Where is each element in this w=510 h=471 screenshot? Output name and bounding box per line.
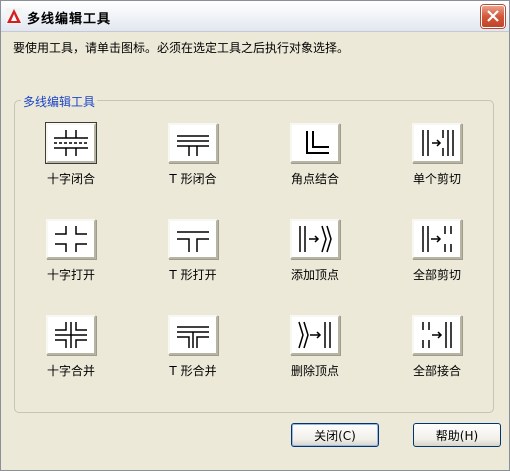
cross-closed-icon <box>54 130 88 156</box>
tool-button[interactable] <box>412 315 462 355</box>
title-bar[interactable]: 多线编辑工具 <box>1 1 509 32</box>
tool-button[interactable] <box>290 219 340 259</box>
close-button[interactable]: 关闭(C) <box>291 423 379 447</box>
app-icon <box>6 8 22 24</box>
window-close-button[interactable] <box>481 5 505 28</box>
tool-cut-single[interactable]: 单个剪切 <box>397 123 477 193</box>
tool-button[interactable] <box>168 315 218 355</box>
tool-cut-all[interactable]: 全部剪切 <box>397 219 477 289</box>
tool-button[interactable] <box>290 123 340 163</box>
tool-tee-closed[interactable]: T 形闭合 <box>153 123 233 193</box>
weld-all-icon <box>422 322 452 348</box>
tool-button[interactable] <box>46 315 96 355</box>
tool-cross-merged[interactable]: 十字合并 <box>31 315 111 385</box>
tool-cross-open[interactable]: 十字打开 <box>31 219 111 289</box>
tee-closed-icon <box>177 135 209 156</box>
window-title: 多线编辑工具 <box>27 12 112 27</box>
cut-single-icon <box>422 130 454 156</box>
tool-button[interactable] <box>412 219 462 259</box>
tools-group: 多线编辑工具 十字闭合 T 形闭合 角点结合 单个剪切 十字打开 T 形打开 添… <box>14 93 494 413</box>
tool-tee-merged[interactable]: T 形合并 <box>153 315 233 385</box>
tool-label: 全部剪切 <box>412 268 461 282</box>
tool-cross-closed[interactable]: 十字闭合 <box>31 123 111 193</box>
tool-label: T 形闭合 <box>169 172 217 186</box>
help-button[interactable]: 帮助(H) <box>413 423 501 447</box>
add-vertex-icon <box>299 225 332 253</box>
tee-open-icon <box>177 231 209 252</box>
corner-joint-icon <box>306 131 329 154</box>
tool-button[interactable] <box>412 123 462 163</box>
tool-button[interactable] <box>46 219 96 259</box>
tool-weld-all[interactable]: 全部接合 <box>397 315 477 385</box>
tool-label: T 形打开 <box>169 268 217 282</box>
cut-all-icon <box>422 226 452 252</box>
tool-corner-joint[interactable]: 角点结合 <box>275 123 355 193</box>
tee-merged-icon <box>177 326 209 348</box>
tool-label: 十字合并 <box>46 364 95 378</box>
tool-add-vertex[interactable]: 添加顶点 <box>275 219 355 289</box>
tool-button[interactable] <box>290 315 340 355</box>
tool-button[interactable] <box>168 219 218 259</box>
tool-label: T 形合并 <box>169 364 217 378</box>
instruction-text: 要使用工具，请单击图标。必须在选定工具之后执行对象选择。 <box>13 41 350 55</box>
tool-button[interactable] <box>46 123 96 163</box>
cross-merged-icon <box>55 322 87 348</box>
group-label: 多线编辑工具 <box>21 93 98 110</box>
tool-label: 角点结合 <box>290 172 339 186</box>
tool-label: 单个剪切 <box>412 172 461 186</box>
delete-vertex-icon <box>298 321 331 349</box>
cross-open-icon <box>55 226 87 252</box>
tool-label: 全部接合 <box>412 364 461 378</box>
dialog-window: 多线编辑工具 要使用工具，请单击图标。必须在选定工具之后执行对象选择。 多线编辑… <box>0 0 510 471</box>
close-icon <box>487 10 499 22</box>
tool-label: 删除顶点 <box>290 364 339 378</box>
tool-tee-open[interactable]: T 形打开 <box>153 219 233 289</box>
tool-label: 添加顶点 <box>290 268 339 282</box>
tool-label: 十字闭合 <box>46 172 95 186</box>
tool-button[interactable] <box>168 123 218 163</box>
tool-delete-vertex[interactable]: 删除顶点 <box>275 315 355 385</box>
tool-label: 十字打开 <box>46 268 95 282</box>
